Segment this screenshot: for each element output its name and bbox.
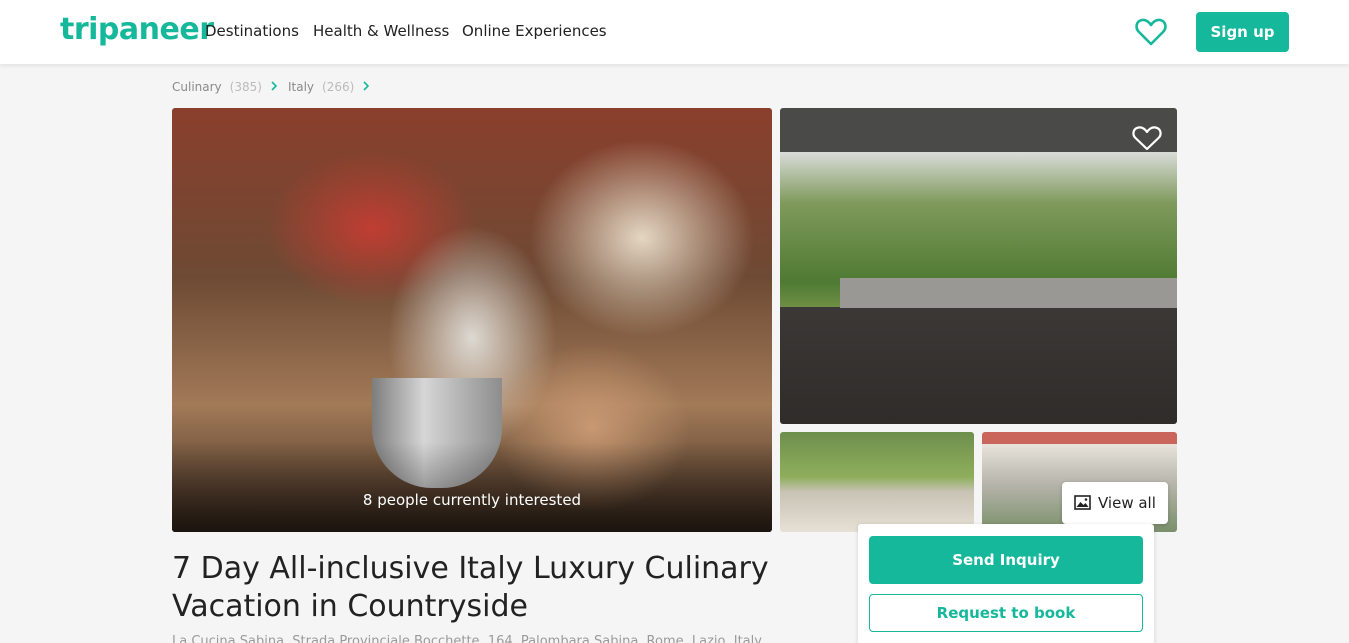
chevron-right-icon [363, 81, 370, 91]
heart-icon[interactable] [1131, 124, 1163, 152]
nav-destinations[interactable]: Destinations [205, 22, 299, 40]
counter-shape [840, 278, 1177, 308]
logo[interactable]: tripaneer [60, 12, 214, 47]
breadcrumb-label: Italy [288, 80, 315, 94]
chevron-right-icon [271, 81, 278, 91]
breadcrumb-label: Culinary [172, 80, 222, 94]
image-icon [1074, 495, 1091, 510]
listing-title: 7 Day All-inclusive Italy Luxury Culinar… [172, 551, 769, 624]
nav-health-wellness[interactable]: Health & Wellness [313, 22, 449, 40]
thumbnail-photo[interactable] [780, 432, 974, 532]
breadcrumb-culinary[interactable]: Culinary (385) [172, 80, 262, 94]
breadcrumb-count: (385) [229, 80, 262, 94]
nav-online-experiences[interactable]: Online Experiences [462, 22, 607, 40]
send-inquiry-button[interactable]: Send Inquiry [869, 536, 1143, 584]
top-header: tripaneer Destinations Health & Wellness… [0, 0, 1349, 64]
wishlist-heart-icon[interactable] [1134, 16, 1168, 48]
interest-count-text: 8 people currently interested [362, 491, 582, 509]
signup-button[interactable]: Sign up [1196, 12, 1289, 52]
kitchen-photo[interactable] [780, 108, 1177, 424]
mixing-bowl-shape [372, 378, 502, 488]
view-all-button[interactable]: View all [1062, 482, 1168, 524]
listing-address[interactable]: La Cucina Sabina, Strada Provinciale Boc… [172, 634, 762, 643]
breadcrumb-italy[interactable]: Italy (266) [288, 80, 354, 94]
main-photo[interactable] [172, 108, 772, 532]
breadcrumb-count: (266) [322, 80, 355, 94]
view-all-label: View all [1098, 494, 1156, 512]
request-to-book-button[interactable]: Request to book [869, 594, 1143, 632]
